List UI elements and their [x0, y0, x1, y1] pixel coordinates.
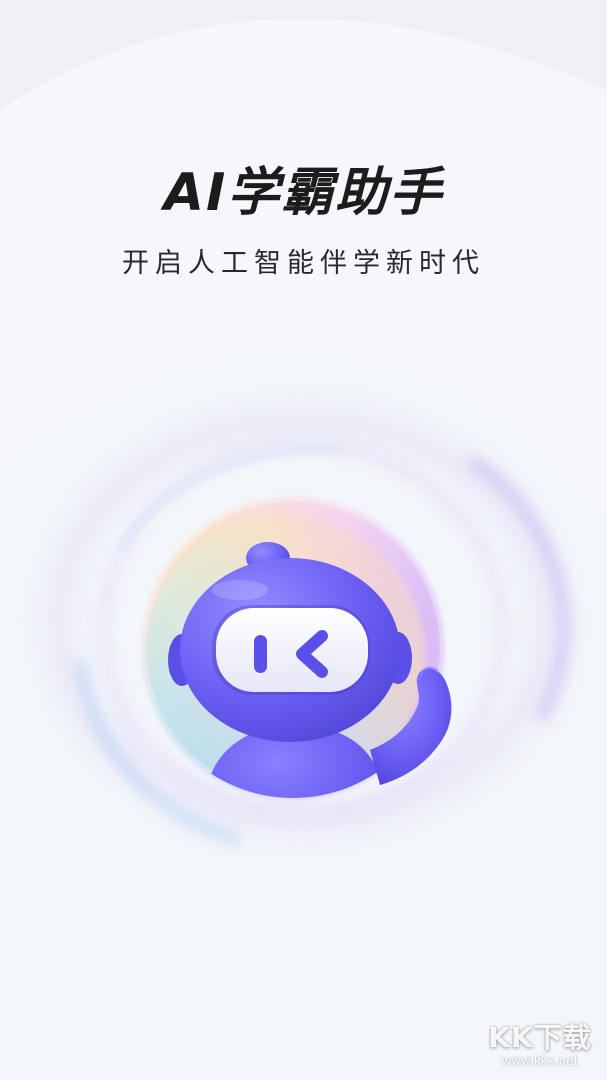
watermark-logo: KK下载: [488, 1021, 592, 1054]
watermark: KK下载 www.kkx.net: [485, 1016, 595, 1068]
robot-mascot-icon: [168, 542, 452, 798]
watermark-site: www.kkx.net: [501, 1054, 579, 1068]
page-title: AI学霸助手: [163, 163, 444, 223]
page-subtitle: 开启人工智能伴学新时代: [122, 248, 485, 279]
